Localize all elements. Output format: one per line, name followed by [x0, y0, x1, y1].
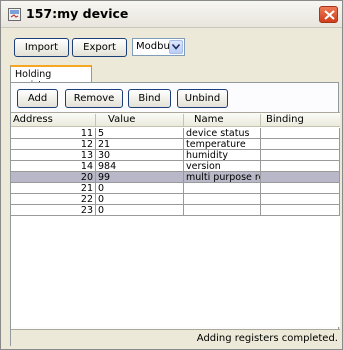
cell-address[interactable]: 20	[11, 172, 96, 183]
table-header: Address Value Name Binding	[11, 113, 340, 127]
protocol-dropdown-button[interactable]	[169, 40, 183, 54]
cell-name[interactable]	[184, 205, 261, 216]
window-title: 157:my device	[26, 6, 129, 21]
table-row[interactable]: 13 30 humidity	[11, 150, 340, 161]
status-bar: Adding registers completed.	[11, 329, 340, 346]
column-header-binding[interactable]: Binding	[261, 114, 340, 126]
tab-holding-registers[interactable]: Holding registers	[10, 65, 92, 91]
cell-value[interactable]: 99	[96, 172, 184, 183]
table-row[interactable]: 12 21 temperature	[11, 139, 340, 150]
title-bar[interactable]: 157:my device	[1, 1, 342, 28]
table-row[interactable]: 21 0	[11, 183, 340, 194]
cell-address[interactable]: 23	[11, 205, 96, 216]
import-button[interactable]: Import	[14, 38, 69, 57]
app-icon	[8, 8, 21, 21]
cell-address[interactable]: 12	[11, 139, 96, 150]
cell-address[interactable]: 22	[11, 194, 96, 205]
cell-name[interactable]: device status	[184, 128, 261, 139]
cell-binding[interactable]	[261, 161, 340, 172]
add-button[interactable]: Add	[17, 89, 58, 108]
cell-value[interactable]: 0	[96, 205, 184, 216]
table-row[interactable]: 11 5 device status	[11, 128, 340, 139]
cell-binding[interactable]	[261, 183, 340, 194]
close-icon	[324, 10, 335, 20]
cell-value[interactable]: 984	[96, 161, 184, 172]
cell-binding[interactable]	[261, 128, 340, 139]
remove-button[interactable]: Remove	[65, 89, 123, 108]
table-row[interactable]: 14 984 version	[11, 161, 340, 172]
chevron-down-icon	[172, 44, 180, 50]
cell-address[interactable]: 21	[11, 183, 96, 194]
cell-binding[interactable]	[261, 194, 340, 205]
cell-address[interactable]: 14	[11, 161, 96, 172]
column-header-name[interactable]: Name	[184, 114, 261, 126]
cell-name[interactable]: version	[184, 161, 261, 172]
cell-name[interactable]: humidity	[184, 150, 261, 161]
table-row[interactable]: 2099multi purpose reg	[11, 172, 340, 183]
cell-name[interactable]	[184, 183, 261, 194]
table-row[interactable]: 22 0	[11, 194, 340, 205]
registers-table[interactable]: Address Value Name Binding 11 5 device sta…	[11, 112, 340, 327]
bind-button[interactable]: Bind	[128, 89, 171, 108]
cell-value[interactable]: 30	[96, 150, 184, 161]
device-window: 157:my device Import Export Modbus Holdi…	[0, 0, 343, 350]
status-text: Adding registers completed.	[196, 333, 338, 344]
cell-name[interactable]: temperature	[184, 139, 261, 150]
cell-name[interactable]	[184, 194, 261, 205]
cell-binding[interactable]	[261, 139, 340, 150]
cell-value[interactable]: 0	[96, 194, 184, 205]
export-button[interactable]: Export	[72, 38, 127, 57]
column-header-value[interactable]: Value	[96, 114, 184, 126]
cell-binding[interactable]	[261, 150, 340, 161]
table-row[interactable]: 23 0	[11, 205, 340, 216]
close-button[interactable]	[319, 6, 338, 23]
cell-name[interactable]: multi purpose reg	[184, 172, 261, 183]
cell-address[interactable]: 13	[11, 150, 96, 161]
cell-value[interactable]: 5	[96, 128, 184, 139]
cell-binding[interactable]	[261, 172, 340, 183]
column-header-address[interactable]: Address	[11, 114, 96, 126]
cell-address[interactable]: 11	[11, 128, 96, 139]
unbind-button[interactable]: Unbind	[177, 89, 228, 108]
cell-value[interactable]: 0	[96, 183, 184, 194]
cell-binding[interactable]	[261, 205, 340, 216]
protocol-select[interactable]: Modbus	[132, 38, 185, 56]
cell-value[interactable]: 21	[96, 139, 184, 150]
